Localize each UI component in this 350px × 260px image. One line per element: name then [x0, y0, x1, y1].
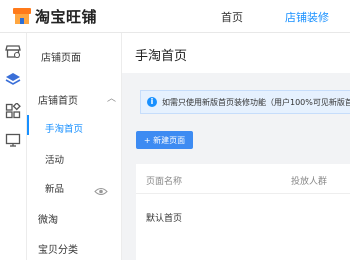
taobao-wangpu-logo[interactable]: 淘宝旺铺 — [12, 6, 97, 26]
nav-home[interactable]: 首页 — [221, 9, 243, 25]
sidebar-group-shop-home[interactable]: 店铺首页 — [38, 92, 78, 107]
column-header-audience: 投放人群 — [291, 177, 328, 187]
sidebar-item-new-arrivals[interactable]: 新品 — [45, 181, 64, 195]
layers-icon[interactable] — [5, 71, 21, 87]
sidebar-item-mobile-home[interactable]: 手淘首页 — [45, 121, 83, 135]
sidebar-title: 店铺页面 — [41, 53, 81, 64]
nav-shop-decoration[interactable]: 店铺装修 — [285, 9, 329, 25]
new-page-button[interactable]: + 新建页面 — [136, 131, 193, 149]
info-icon: i — [147, 97, 157, 107]
info-notice: i 如需只使用新版首页装修功能（用户100%可见新版首页） — [140, 90, 350, 114]
active-indicator — [27, 115, 29, 135]
icon-rail — [0, 33, 27, 260]
shop-logo-icon — [12, 6, 32, 26]
table-cell-page-name[interactable]: 默认首页 — [146, 211, 182, 224]
logo-text: 淘宝旺铺 — [35, 7, 98, 26]
column-header-page-name: 页面名称 — [146, 177, 183, 187]
widgets-icon[interactable] — [5, 102, 21, 119]
page-title: 手淘首页 — [135, 49, 188, 64]
pages-table: 页面名称 投放人群 默认首页 — [136, 164, 350, 260]
chevron-up-icon[interactable]: ︿ — [107, 91, 116, 104]
main-content: 手淘首页 i 如需只使用新版首页装修功能（用户100%可见新版首页） + 新建页… — [122, 33, 350, 260]
page-header: 手淘首页 — [122, 33, 350, 73]
sidebar-item-activity[interactable]: 活动 — [45, 152, 64, 166]
monitor-icon[interactable] — [5, 132, 21, 148]
table-divider — [136, 193, 350, 194]
store-icon[interactable] — [5, 43, 21, 59]
notice-text: 如需只使用新版首页装修功能（用户100%可见新版首页） — [162, 97, 350, 107]
sidebar-item-weitao[interactable]: 微淘 — [38, 211, 58, 226]
sidebar-item-categories[interactable]: 宝贝分类 — [38, 241, 78, 256]
top-header: 淘宝旺铺 首页 店铺装修 — [0, 0, 350, 33]
eye-icon[interactable] — [94, 181, 108, 195]
page-sidebar: 店铺页面 店铺首页 ︿ 手淘首页 活动 新品 微淘 宝贝分类 — [27, 33, 122, 260]
